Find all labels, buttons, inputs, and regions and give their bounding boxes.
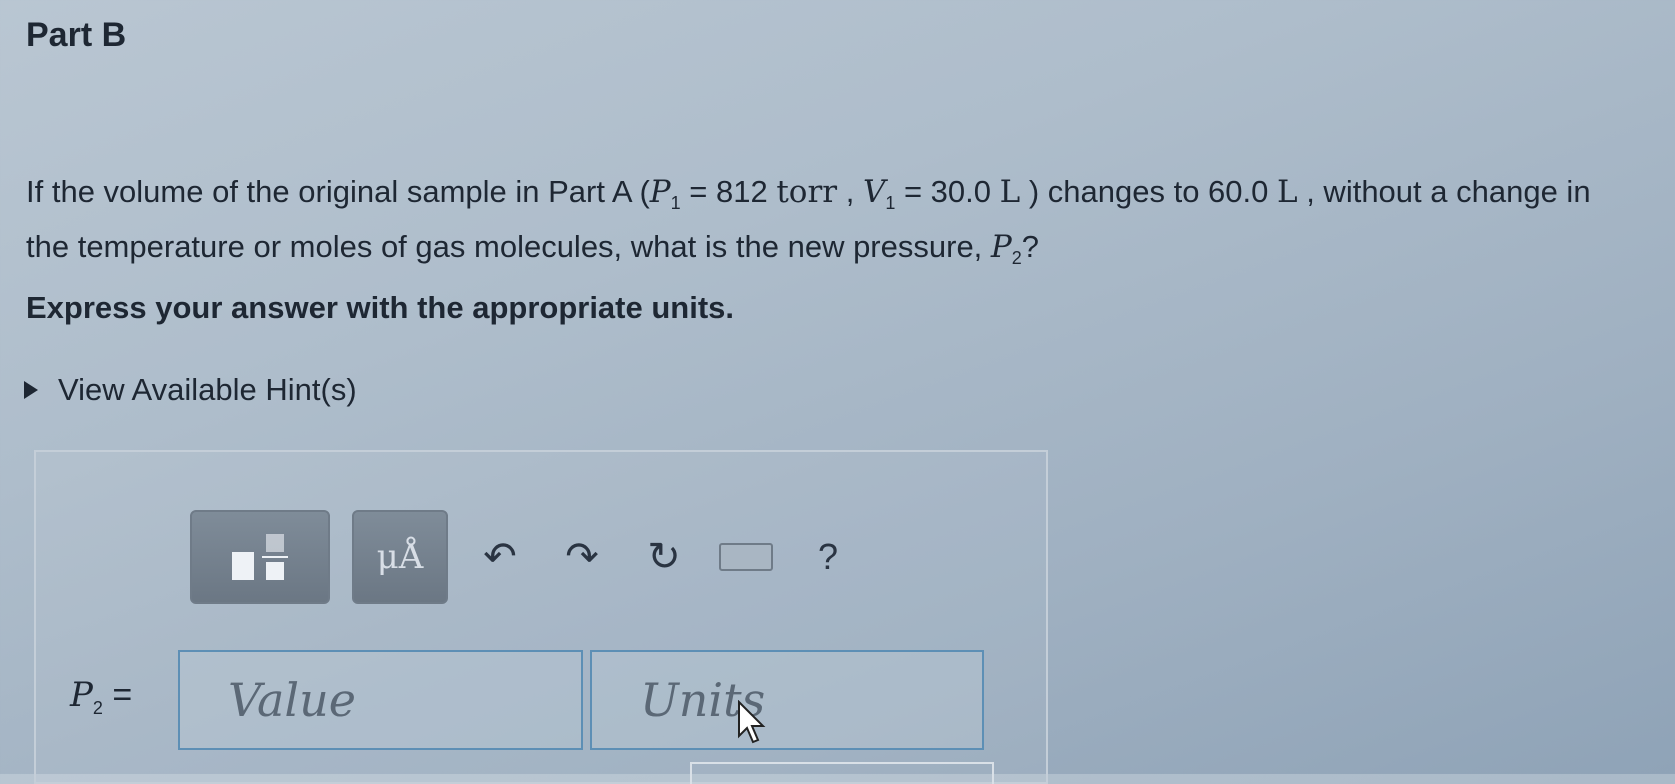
help-icon: ? bbox=[817, 536, 839, 577]
answer-subscript: 2 bbox=[92, 697, 103, 718]
undo-button[interactable]: ↶ bbox=[470, 527, 530, 587]
p2-subscript: 2 bbox=[1011, 248, 1022, 269]
answer-toolbar: μÅ ↶ ↷ ↻ ? bbox=[190, 510, 858, 604]
question-text: If the volume of the original sample in … bbox=[26, 170, 1626, 280]
v1-unit: L bbox=[999, 174, 1021, 210]
p1-symbol: P bbox=[649, 174, 671, 210]
redo-icon: ↷ bbox=[565, 535, 599, 579]
view-hints-label: View Available Hint(s) bbox=[58, 372, 357, 407]
view-hints-link[interactable]: View Available Hint(s) bbox=[24, 372, 357, 408]
keyboard-icon bbox=[719, 543, 773, 571]
units-input[interactable]: Units bbox=[590, 650, 984, 750]
templates-button[interactable] bbox=[190, 510, 330, 604]
reset-icon: ↻ bbox=[647, 535, 681, 579]
separator: , bbox=[837, 174, 863, 209]
v2-unit: L bbox=[1277, 174, 1298, 210]
mouse-cursor-icon bbox=[738, 700, 766, 744]
templates-icon bbox=[232, 534, 288, 580]
question-part-2: ) changes to 60.0 bbox=[1020, 174, 1277, 209]
units-icon: μÅ bbox=[376, 537, 424, 577]
p1-subscript: 1 bbox=[670, 193, 681, 214]
keyboard-button[interactable] bbox=[716, 527, 776, 587]
question-part-1: If the volume of the original sample in … bbox=[26, 174, 650, 209]
v1-value: = 30.0 bbox=[895, 174, 1000, 209]
expand-triangle-icon bbox=[24, 381, 38, 399]
instruction-text: Express your answer with the appropriate… bbox=[26, 290, 735, 325]
v1-symbol: V bbox=[862, 174, 886, 210]
help-button[interactable]: ? bbox=[798, 527, 858, 587]
undo-icon: ↶ bbox=[483, 535, 517, 579]
value-input[interactable]: Value bbox=[178, 650, 583, 750]
question-part-4: ? bbox=[1021, 229, 1040, 265]
p1-value: = 812 bbox=[680, 174, 777, 209]
part-title: Part B bbox=[26, 16, 127, 54]
value-placeholder: Value bbox=[228, 673, 356, 727]
p2-symbol: P bbox=[990, 229, 1012, 266]
redo-button[interactable]: ↷ bbox=[552, 527, 612, 587]
v1-subscript: 1 bbox=[885, 193, 896, 214]
answer-label: P2 = bbox=[70, 675, 132, 719]
submit-button-edge[interactable] bbox=[690, 762, 994, 784]
p1-unit: torr bbox=[776, 174, 838, 210]
reset-button[interactable]: ↻ bbox=[634, 527, 694, 587]
units-button[interactable]: μÅ bbox=[352, 510, 448, 604]
answer-symbol: P bbox=[70, 675, 93, 715]
answer-equals: = bbox=[102, 676, 133, 714]
